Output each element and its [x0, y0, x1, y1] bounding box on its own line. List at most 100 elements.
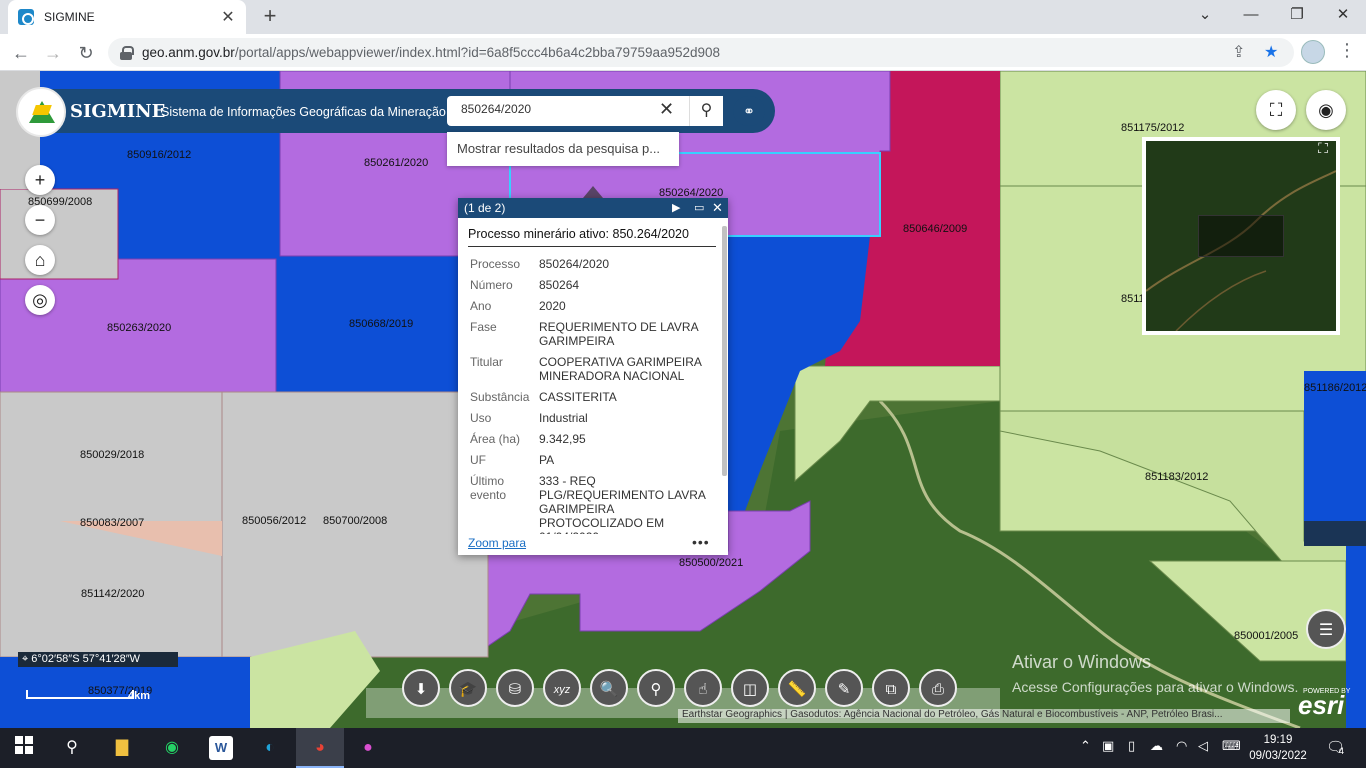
- lock-icon[interactable]: [120, 45, 134, 60]
- query-tool-button[interactable]: 🔍: [590, 669, 628, 707]
- download-tool-button[interactable]: ⬇: [402, 669, 440, 707]
- coordinate-text: 6°02′58″S 57°41′28″W: [31, 653, 141, 665]
- url-bar[interactable]: geo.anm.gov.br/portal/apps/webappviewer/…: [108, 38, 1294, 67]
- tray-overflow-icon[interactable]: ⌃: [1080, 738, 1091, 754]
- popup-attributes[interactable]: Processo 850264/2020 Número 850264 Ano 2020…: [458, 254, 722, 534]
- file-explorer-icon[interactable]: ▇: [110, 736, 134, 760]
- parcel-label: 851186/2012: [1304, 382, 1366, 394]
- popup-divider: [468, 246, 716, 247]
- close-window-button[interactable]: ✕: [1320, 0, 1366, 32]
- search-icon[interactable]: ⚲: [60, 736, 84, 760]
- url-path: /portal/apps/webappviewer/index.html?id=…: [234, 45, 721, 60]
- word-icon[interactable]: W: [209, 736, 233, 760]
- url-host: geo.anm.gov.br: [142, 45, 235, 60]
- windows-activation-watermark: Ativar o Windows Acesse Configurações pa…: [1012, 652, 1298, 695]
- parcel-label: 851142/2020: [81, 588, 145, 600]
- app-drop-icon[interactable]: ●: [356, 736, 380, 760]
- parcel-label: 850500/2021: [679, 557, 744, 569]
- tab-close-icon[interactable]: ✕: [220, 7, 236, 27]
- volume-icon[interactable]: ◁: [1198, 738, 1208, 754]
- minimize-button[interactable]: —: [1228, 0, 1274, 32]
- maximize-icon[interactable]: ▭: [694, 198, 704, 218]
- attr-value: REQUERIMENTO DE LAVRA GARIMPEIRA: [539, 320, 698, 348]
- windows-start-icon[interactable]: [12, 736, 36, 760]
- search-box[interactable]: 850264/2020 ✕ ⚲: [447, 96, 723, 126]
- scale-label: 4km: [128, 690, 151, 702]
- parcel-label: 850700/2008: [323, 515, 388, 527]
- profile-avatar[interactable]: [1301, 40, 1325, 64]
- layers-tool-button[interactable]: ⧉: [872, 669, 910, 707]
- sigmine-logo: [16, 87, 66, 137]
- tab-list-button[interactable]: ⌄: [1182, 0, 1228, 32]
- attr-key: Ano: [470, 299, 492, 313]
- search-icon[interactable]: ⚲: [689, 96, 723, 126]
- keyboard-icon[interactable]: ⌨: [1222, 738, 1241, 754]
- select-tool-button[interactable]: ☝: [684, 669, 722, 707]
- close-popup-icon[interactable]: ✕: [712, 198, 723, 218]
- reload-button[interactable]: ↻: [73, 40, 99, 66]
- zoom-out-button[interactable]: −: [25, 205, 55, 235]
- home-button[interactable]: ⌂: [25, 245, 55, 275]
- wifi-icon[interactable]: ◠: [1176, 738, 1187, 754]
- watermark-subtitle: Acesse Configurações para ativar o Windo…: [1012, 679, 1299, 695]
- attr-value: 2020: [539, 299, 566, 313]
- education-tool-button[interactable]: 🎓: [449, 669, 487, 707]
- watermark-title: Ativar o Windows: [1012, 652, 1152, 672]
- bag-tool-button[interactable]: ⛁: [496, 669, 534, 707]
- layer-visibility-button[interactable]: ◉: [1306, 90, 1346, 130]
- more-actions-icon[interactable]: •••: [692, 534, 710, 550]
- zoom-to-link[interactable]: Zoom para: [468, 536, 526, 550]
- browser-tab[interactable]: SIGMINE ✕: [8, 0, 246, 34]
- attr-key: UF: [470, 453, 486, 467]
- app-subtitle: Sistema de Informações Geográficas da Mi…: [161, 105, 446, 119]
- back-button[interactable]: ←: [8, 40, 34, 66]
- parcel-label: 850029/2018: [80, 449, 145, 461]
- share-icon[interactable]: ⇪: [1232, 42, 1245, 62]
- parcel-blue-east: [1304, 371, 1366, 546]
- parcel-label: 850263/2020: [107, 322, 172, 334]
- overview-map[interactable]: [1142, 137, 1340, 335]
- windows-taskbar: ⚲ ▇ ◉ W ◐ ◕ ● ⌃ ▣ ▯ ☁ ◠ ◁ ⌨ 19:19 09/03/…: [0, 728, 1366, 768]
- search-tool-button[interactable]: ⚲: [637, 669, 675, 707]
- chrome-icon[interactable]: ◕: [308, 736, 332, 760]
- attr-key: Área (ha): [470, 432, 521, 446]
- search-suggestion[interactable]: Mostrar resultados da pesquisa p...: [447, 132, 679, 166]
- browser-tab-bar: SIGMINE ✕ + ⌄ — ❐ ✕: [0, 0, 1366, 34]
- clock-date: 09/03/2022: [1249, 750, 1307, 762]
- crosshair-icon: ⌖: [22, 653, 32, 665]
- next-feature-icon[interactable]: ▶: [672, 198, 680, 218]
- clock-time: 19:19: [1263, 734, 1293, 746]
- restore-button[interactable]: ❐: [1274, 0, 1320, 32]
- link-icon[interactable]: ⚭: [733, 96, 765, 126]
- whatsapp-icon[interactable]: ◉: [160, 736, 184, 760]
- print-tool-button[interactable]: ⎙: [919, 669, 957, 707]
- attr-value: COOPERATIVA GARIMPEIRA MINERADORA NACION…: [539, 355, 702, 383]
- tray-app-icon[interactable]: ▣: [1102, 738, 1114, 754]
- search-input[interactable]: 850264/2020: [461, 102, 531, 116]
- zoom-in-button[interactable]: +: [25, 165, 55, 195]
- clear-search-icon[interactable]: ✕: [659, 99, 674, 120]
- xyz-tool-button[interactable]: xyz: [543, 669, 581, 707]
- system-clock[interactable]: 19:19 09/03/2022: [1248, 732, 1308, 764]
- overview-maximize-icon[interactable]: ⛶: [1312, 140, 1334, 158]
- swipe-tool-button[interactable]: ◫: [731, 669, 769, 707]
- edge-icon[interactable]: ◐: [258, 736, 282, 760]
- overview-extent[interactable]: [1198, 215, 1284, 257]
- new-tab-button[interactable]: +: [258, 5, 282, 29]
- parcel-blue-se: [1346, 546, 1366, 728]
- browser-menu-icon[interactable]: ⋮: [1338, 40, 1356, 61]
- popup-scrollbar[interactable]: [722, 226, 727, 476]
- forward-button[interactable]: →: [40, 40, 66, 66]
- fullscreen-button[interactable]: ⛶: [1256, 90, 1296, 130]
- tray-device-icon[interactable]: ▯: [1128, 738, 1135, 754]
- draw-tool-button[interactable]: ✎: [825, 669, 863, 707]
- bookmark-star-icon[interactable]: ★: [1264, 42, 1278, 62]
- parcel-label: 850056/2012: [242, 515, 307, 527]
- legend-icon[interactable]: ☰: [1306, 609, 1346, 649]
- measure-tool-button[interactable]: 📏: [778, 669, 816, 707]
- onedrive-icon[interactable]: ☁: [1150, 738, 1163, 754]
- attr-value: Industrial: [539, 411, 588, 425]
- attr-key: Número: [470, 278, 513, 292]
- parcel-label: 850261/2020: [364, 157, 429, 169]
- locate-button[interactable]: ◎: [25, 285, 55, 315]
